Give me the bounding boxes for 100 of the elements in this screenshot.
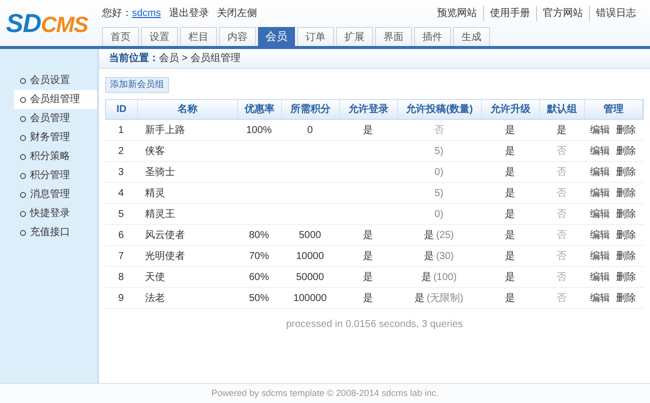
nav-tab[interactable]: 生成	[453, 27, 490, 46]
greeting: 您好：sdcms	[102, 6, 161, 20]
sidebar-item[interactable]: 充值接口	[14, 223, 97, 242]
header-link[interactable]: 关闭左侧	[216, 6, 257, 20]
top-link[interactable]: 官方网站	[536, 6, 589, 20]
table-cell: 2	[118, 146, 124, 156]
table-cell: 100000	[293, 292, 327, 304]
table-cell: 4	[118, 188, 124, 198]
nav-tab[interactable]: 栏目	[180, 27, 217, 46]
username-link[interactable]: sdcms	[132, 8, 161, 18]
action-link[interactable]: 编辑	[590, 270, 610, 284]
column-header: 默认组	[540, 100, 585, 119]
count-text: (无限制)	[426, 292, 464, 306]
action-link[interactable]: 编辑	[590, 122, 610, 138]
table-cell: 50%	[248, 292, 269, 304]
table-cell: 否	[556, 146, 566, 156]
table-cell: 侠客	[145, 146, 165, 156]
table-cell: 法老	[145, 292, 165, 304]
count-text: 5)	[434, 186, 444, 200]
sidebar-item[interactable]: 快捷登录	[14, 204, 97, 223]
sidebar-item[interactable]: 财务管理	[14, 128, 97, 147]
table-cell: 风云使者	[145, 230, 185, 240]
action-link[interactable]: 删除	[616, 164, 636, 180]
breadcrumb-label: 当前位置：	[109, 52, 159, 66]
sidebar-item[interactable]: 积分策略	[14, 147, 97, 166]
action-link[interactable]: 编辑	[590, 144, 610, 158]
table-cell: 0	[307, 124, 313, 136]
sidebar-item[interactable]: 会员设置	[14, 71, 97, 90]
table-cell: 是	[505, 250, 515, 262]
table-cell: 8	[118, 272, 124, 282]
table-cell: 是	[363, 250, 373, 262]
nav-tab[interactable]: 订单	[297, 27, 334, 46]
nav-tab[interactable]: 界面	[375, 27, 412, 46]
action-link[interactable]: 删除	[616, 206, 636, 222]
table-cell: 否	[556, 250, 566, 262]
sidebar-item[interactable]: 会员组管理	[14, 90, 97, 109]
action-link[interactable]: 编辑	[590, 186, 610, 200]
column-header: 名称	[138, 100, 238, 119]
header-link[interactable]: 退出登录	[168, 6, 209, 20]
top-link[interactable]: 错误日志	[589, 6, 642, 20]
nav-tab[interactable]: 会员	[258, 27, 295, 46]
table-cell: 是	[363, 124, 373, 136]
action-link[interactable]: 删除	[616, 144, 636, 158]
table-cell: 80%	[248, 230, 269, 240]
table-cell: 是	[556, 124, 566, 136]
action-link[interactable]: 编辑	[590, 164, 610, 180]
logo: SDCMS	[6, 10, 88, 36]
column-header: 允许升级	[482, 100, 540, 119]
table-cell: 否	[556, 292, 566, 304]
table-cell: 是	[505, 272, 515, 282]
table-cell: 60%	[248, 272, 269, 282]
nav-tab[interactable]: 首页	[102, 27, 139, 46]
table-cell: 否	[556, 208, 566, 220]
column-header: 管理	[585, 100, 643, 119]
nav-tab[interactable]: 内容	[219, 27, 256, 46]
action-link[interactable]: 编辑	[590, 206, 610, 222]
action-link[interactable]: 删除	[616, 270, 636, 284]
count-text: 5)	[434, 144, 444, 158]
action-link[interactable]: 删除	[616, 122, 636, 138]
sidebar-item[interactable]: 积分管理	[14, 166, 97, 185]
table-cell-text: 是	[424, 250, 434, 264]
action-link[interactable]: 删除	[616, 228, 636, 242]
table-cell-text: 是	[421, 270, 432, 284]
nav-tab[interactable]: 扩展	[336, 27, 373, 46]
table-cell: 是	[505, 292, 515, 304]
action-link[interactable]: 编辑	[590, 290, 610, 306]
table-cell: 新手上路	[145, 124, 185, 136]
action-link[interactable]: 删除	[616, 186, 636, 200]
table-cell: 是	[505, 166, 515, 178]
column-header: 允许投稿(数量)	[398, 100, 482, 119]
table-cell: 3	[118, 166, 124, 178]
sidebar-item[interactable]: 会员管理	[14, 109, 97, 128]
table-cell: 1	[118, 124, 124, 136]
count-text: 0)	[434, 208, 444, 222]
table-cell: 是	[505, 124, 515, 136]
count-text: (100)	[433, 270, 457, 284]
table-cell: 是	[505, 208, 515, 220]
column-header: 允许登录	[340, 100, 398, 119]
add-group-button[interactable]: 添加新会员组	[105, 77, 169, 93]
action-link[interactable]: 编辑	[590, 228, 610, 242]
table-cell: 100%	[246, 124, 272, 136]
action-link[interactable]: 删除	[616, 290, 636, 306]
sidebar-item[interactable]: 消息管理	[14, 185, 97, 204]
breadcrumb-path: 会员 > 会员组管理	[159, 52, 240, 66]
table-cell-text: 是	[424, 228, 434, 242]
table-cell: 7	[118, 250, 124, 262]
top-link[interactable]: 使用手册	[483, 6, 536, 20]
action-link[interactable]: 编辑	[590, 248, 610, 264]
table-cell: 天使	[145, 272, 165, 282]
nav-tab[interactable]: 插件	[414, 27, 451, 46]
column-header: 优惠率	[238, 100, 282, 119]
top-link[interactable]: 预览网站	[431, 6, 483, 20]
table-cell: 是	[363, 292, 373, 304]
processed-text: processed in 0.0156 seconds, 3 queries	[286, 319, 463, 330]
action-link[interactable]: 删除	[616, 248, 636, 264]
count-text: (30)	[436, 250, 454, 264]
table-cell: 5	[118, 208, 124, 220]
nav-tab[interactable]: 设置	[141, 27, 178, 46]
table-cell: 是	[505, 146, 515, 156]
table-cell: 是	[363, 272, 373, 282]
